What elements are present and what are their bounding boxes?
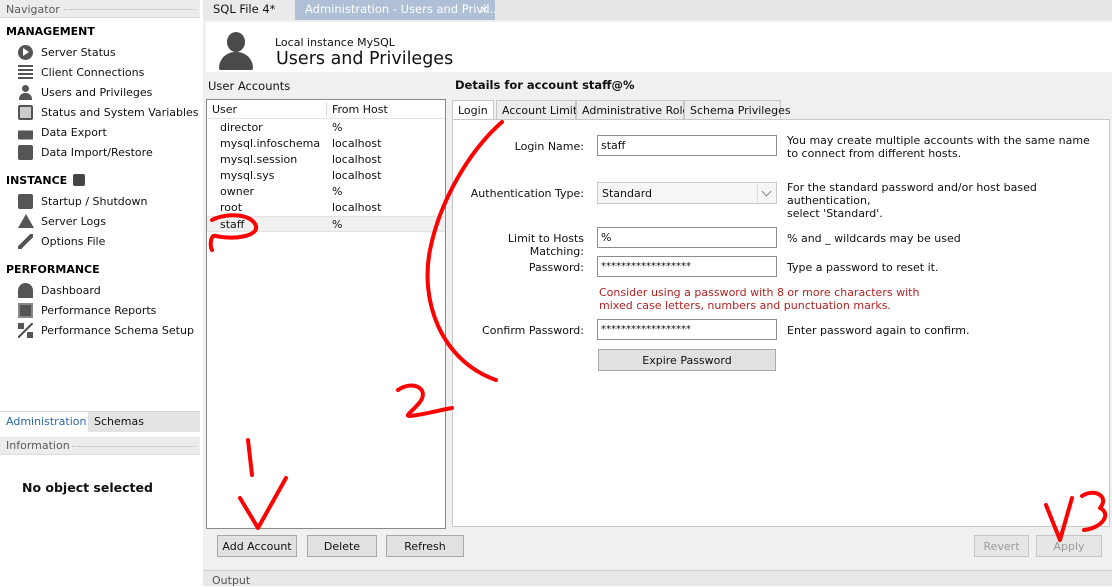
auth-type-select[interactable]: Standard [597, 182, 777, 204]
nav-item-users-and-privileges[interactable]: Users and Privileges [18, 83, 152, 101]
nav-item-data-export[interactable]: Data Export [18, 123, 107, 141]
chevron-down-icon [757, 184, 775, 202]
details-title: Details for account staff@% [455, 78, 635, 92]
instance-icon [73, 174, 86, 186]
apply-button[interactable]: Apply [1036, 535, 1102, 557]
editor-tabbar: SQL File 4* Administration - Users and P… [203, 0, 1112, 20]
dashboard-icon [18, 282, 33, 298]
nav-item-server-status[interactable]: Server Status [18, 43, 116, 61]
tab-schemas[interactable]: Schemas [88, 412, 200, 432]
tab-login[interactable]: Login [452, 100, 494, 121]
instance-heading: INSTANCE [6, 174, 86, 187]
navigator-tabs: Administration Schemas [0, 411, 200, 432]
tab-schema-privileges[interactable]: Schema Privileges [684, 100, 791, 120]
password-field[interactable]: ****************** [597, 256, 777, 277]
details-tabs: Login Account Limits Administrative Role… [452, 100, 1112, 121]
nav-item-performance-reports[interactable]: Performance Reports [18, 301, 156, 319]
export-icon [18, 130, 33, 140]
information-title: Information [0, 437, 200, 455]
password-warning: Consider using a password with 8 or more… [599, 286, 920, 312]
import-icon [18, 144, 33, 160]
nav-item-options-file[interactable]: Options File [18, 232, 105, 250]
performance-heading: PERFORMANCE [6, 263, 100, 276]
header-subtitle: Local instance MySQL [275, 36, 395, 49]
confirm-password-field[interactable]: ****************** [597, 319, 777, 340]
tab-administration-users[interactable]: Administration - Users and Privil... × [295, 0, 501, 20]
list-icon [18, 64, 33, 80]
management-heading: MANAGEMENT [6, 25, 95, 38]
navigator-title: Navigator [0, 0, 200, 18]
auth-type-label: Authentication Type: [470, 187, 584, 200]
confirm-password-help: Enter password again to confirm. [787, 324, 970, 337]
hosts-field[interactable]: % [597, 227, 777, 248]
play-circle-icon [18, 44, 33, 60]
column-from-host[interactable]: From Host [332, 103, 388, 116]
wrench-icon [18, 233, 33, 249]
user-accounts-label: User Accounts [208, 79, 291, 93]
password-help: Type a password to reset it. [787, 261, 939, 274]
nav-item-status-variables[interactable]: Status and System Variables [18, 103, 199, 121]
table-row-selected[interactable]: staff% [207, 216, 445, 232]
confirm-password-label: Confirm Password: [482, 324, 584, 337]
warning-icon [18, 214, 34, 228]
user-accounts-list[interactable]: User From Host director% mysql.infoschem… [206, 99, 446, 529]
nav-item-startup-shutdown[interactable]: Startup / Shutdown [18, 192, 147, 210]
tab-administrative-roles[interactable]: Administrative Roles [576, 100, 695, 120]
password-label: Password: [528, 261, 584, 274]
user-icon [18, 84, 33, 100]
no-object-text: No object selected [22, 480, 153, 495]
table-row[interactable]: mysql.sys localhost [207, 168, 445, 184]
schema-setup-icon [18, 322, 33, 338]
output-panel: Output [203, 570, 1112, 587]
close-tab-icon[interactable]: × [479, 2, 489, 16]
expire-password-button[interactable]: Expire Password [598, 349, 776, 371]
delete-button[interactable]: Delete [307, 535, 377, 557]
nav-item-dashboard[interactable]: Dashboard [18, 281, 101, 299]
auth-type-help: For the standard password and/or host ba… [787, 181, 1037, 220]
login-name-label: Login Name: [514, 140, 584, 153]
reports-icon [18, 302, 33, 318]
table-row[interactable]: mysql.infoschema localhost [207, 136, 445, 152]
list-header: User From Host [207, 100, 445, 119]
tab-account-limits[interactable]: Account Limits [496, 100, 583, 120]
hosts-help: % and _ wildcards may be used [787, 232, 961, 245]
login-name-help: You may create multiple accounts with th… [787, 134, 1090, 160]
column-user[interactable]: User [212, 103, 237, 116]
user-avatar-icon [214, 30, 258, 74]
nav-item-server-logs[interactable]: Server Logs [18, 212, 106, 230]
table-row[interactable]: director% [207, 120, 445, 136]
tab-sql-file[interactable]: SQL File 4* [203, 0, 295, 20]
add-account-button[interactable]: Add Account [217, 535, 297, 557]
table-row[interactable]: root localhost [207, 200, 445, 216]
hosts-label: Limit to Hosts Matching: [507, 232, 584, 258]
monitor-icon [18, 104, 33, 120]
nav-item-performance-schema-setup[interactable]: Performance Schema Setup [18, 321, 194, 339]
revert-button[interactable]: Revert [974, 535, 1029, 557]
nav-item-client-connections[interactable]: Client Connections [18, 63, 144, 81]
login-name-field[interactable]: staff [597, 135, 777, 156]
refresh-button[interactable]: Refresh [386, 535, 464, 557]
tab-administration[interactable]: Administration [0, 412, 88, 432]
table-row[interactable]: mysql.session localhost [207, 152, 445, 168]
nav-item-data-import[interactable]: Data Import/Restore [18, 143, 153, 161]
page-title: Users and Privileges [276, 49, 454, 69]
table-row[interactable]: owner% [207, 184, 445, 200]
startup-icon [18, 193, 33, 209]
